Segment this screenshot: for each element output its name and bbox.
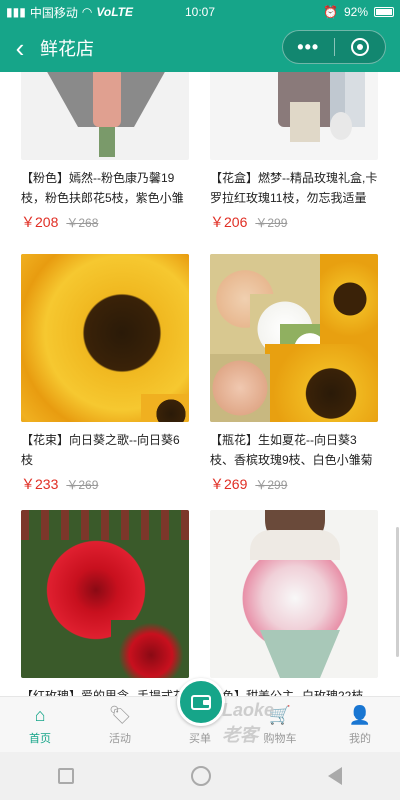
scrollbar[interactable]: [396, 527, 399, 657]
title-bar: ‹ 鲜花店 •••: [0, 24, 400, 72]
product-card[interactable]: 【粉色】嫣然--粉色康乃馨19枝，粉色扶郎花5枝，紫色小雏菊… ￥208 ￥26…: [21, 72, 189, 232]
product-name: 粉色】甜美公主--白玫瑰22枝: [210, 689, 364, 696]
home-icon: ⌂: [34, 705, 46, 725]
tab-home[interactable]: ⌂ 首页: [0, 697, 80, 752]
product-name: 【花束】向日葵之歌--向日葵6枝: [21, 433, 180, 467]
signal-icon: ▮▮▮: [6, 5, 26, 19]
tab-label: 活动: [109, 733, 131, 745]
page-title: 鲜花店: [40, 39, 94, 59]
close-button[interactable]: [335, 38, 386, 56]
product-card[interactable]: 【花束】向日葵之歌--向日葵6枝 ￥233 ￥269: [21, 254, 189, 494]
tag-icon: 🏷: [108, 705, 132, 725]
tab-label: 首页: [29, 733, 51, 745]
cart-icon: 🛒: [268, 705, 292, 725]
pay-button[interactable]: [177, 678, 225, 726]
product-price: ￥233: [21, 476, 59, 492]
carrier-label: 中国移动: [29, 5, 78, 20]
tab-label: 购物车: [263, 733, 297, 745]
product-card[interactable]: 【瓶花】生如夏花--向日葵3枝、香槟玫瑰9枝、白色小雏菊 ￥269 ￥299: [210, 254, 378, 494]
product-card[interactable]: 粉色】甜美公主--白玫瑰22枝: [210, 510, 378, 696]
product-image[interactable]: [21, 510, 189, 678]
more-dots-icon: •••: [297, 36, 320, 57]
product-image[interactable]: [210, 510, 378, 678]
product-price: ￥206: [210, 214, 248, 230]
tab-label: 我的: [349, 733, 371, 745]
product-old-price: ￥299: [255, 478, 288, 492]
alarm-icon: ⏰: [323, 5, 338, 19]
product-name: 【粉色】嫣然--粉色康乃馨19枝，粉色扶郎花5枝，紫色小雏菊…: [21, 171, 184, 205]
chevron-left-icon: ‹: [15, 32, 25, 63]
product-list[interactable]: 【粉色】嫣然--粉色康乃馨19枝，粉色扶郎花5枝，紫色小雏菊… ￥208 ￥26…: [0, 72, 400, 696]
recent-apps-button[interactable]: [58, 768, 75, 784]
product-card[interactable]: 【红玫瑰】爱的思念--手提式花: [21, 510, 189, 696]
tab-activity[interactable]: 🏷 活动: [80, 697, 160, 752]
wifi-icon: ◠: [81, 5, 93, 19]
battery-icon: [374, 7, 394, 17]
product-name: 【红玫瑰】爱的思念--手提式花: [21, 689, 185, 696]
back-nav-button[interactable]: [327, 767, 342, 785]
product-card[interactable]: 【花盒】燃梦--精品玫瑰礼盒,卡罗拉红玫瑰11枝，勿忘我适量 ￥206 ￥299: [210, 72, 378, 232]
battery-percent: 92%: [343, 5, 368, 19]
back-button[interactable]: ‹: [0, 24, 40, 72]
product-price: ￥208: [21, 214, 59, 230]
product-image[interactable]: [210, 254, 378, 422]
mini-program-capsule: •••: [282, 30, 386, 64]
user-icon: 👤: [348, 705, 372, 725]
product-old-price: ￥299: [255, 216, 288, 230]
home-button[interactable]: [190, 766, 211, 786]
tab-me[interactable]: 👤 我的: [320, 697, 400, 752]
product-image[interactable]: [210, 72, 378, 160]
status-bar: ▮▮▮ 中国移动 ◠ VoLTE 10:07 ⏰ 92%: [0, 0, 400, 24]
product-name: 【花盒】燃梦--精品玫瑰礼盒,卡罗拉红玫瑰11枝，勿忘我适量: [210, 171, 378, 205]
system-nav-bar: [0, 752, 400, 800]
tab-label: 买单: [189, 733, 211, 745]
product-name: 【瓶花】生如夏花--向日葵3枝、香槟玫瑰9枝、白色小雏菊: [210, 433, 373, 467]
product-price: ￥269: [210, 476, 248, 492]
tab-cart[interactable]: 🛒 购物车: [240, 697, 320, 752]
product-old-price: ￥269: [66, 478, 99, 492]
record-icon: [350, 38, 369, 56]
network-label: VoLTE: [96, 5, 133, 19]
more-button[interactable]: •••: [283, 37, 334, 58]
product-old-price: ￥268: [66, 216, 99, 230]
product-image[interactable]: [21, 254, 189, 422]
product-image[interactable]: [21, 72, 189, 160]
wallet-icon: [191, 694, 211, 710]
